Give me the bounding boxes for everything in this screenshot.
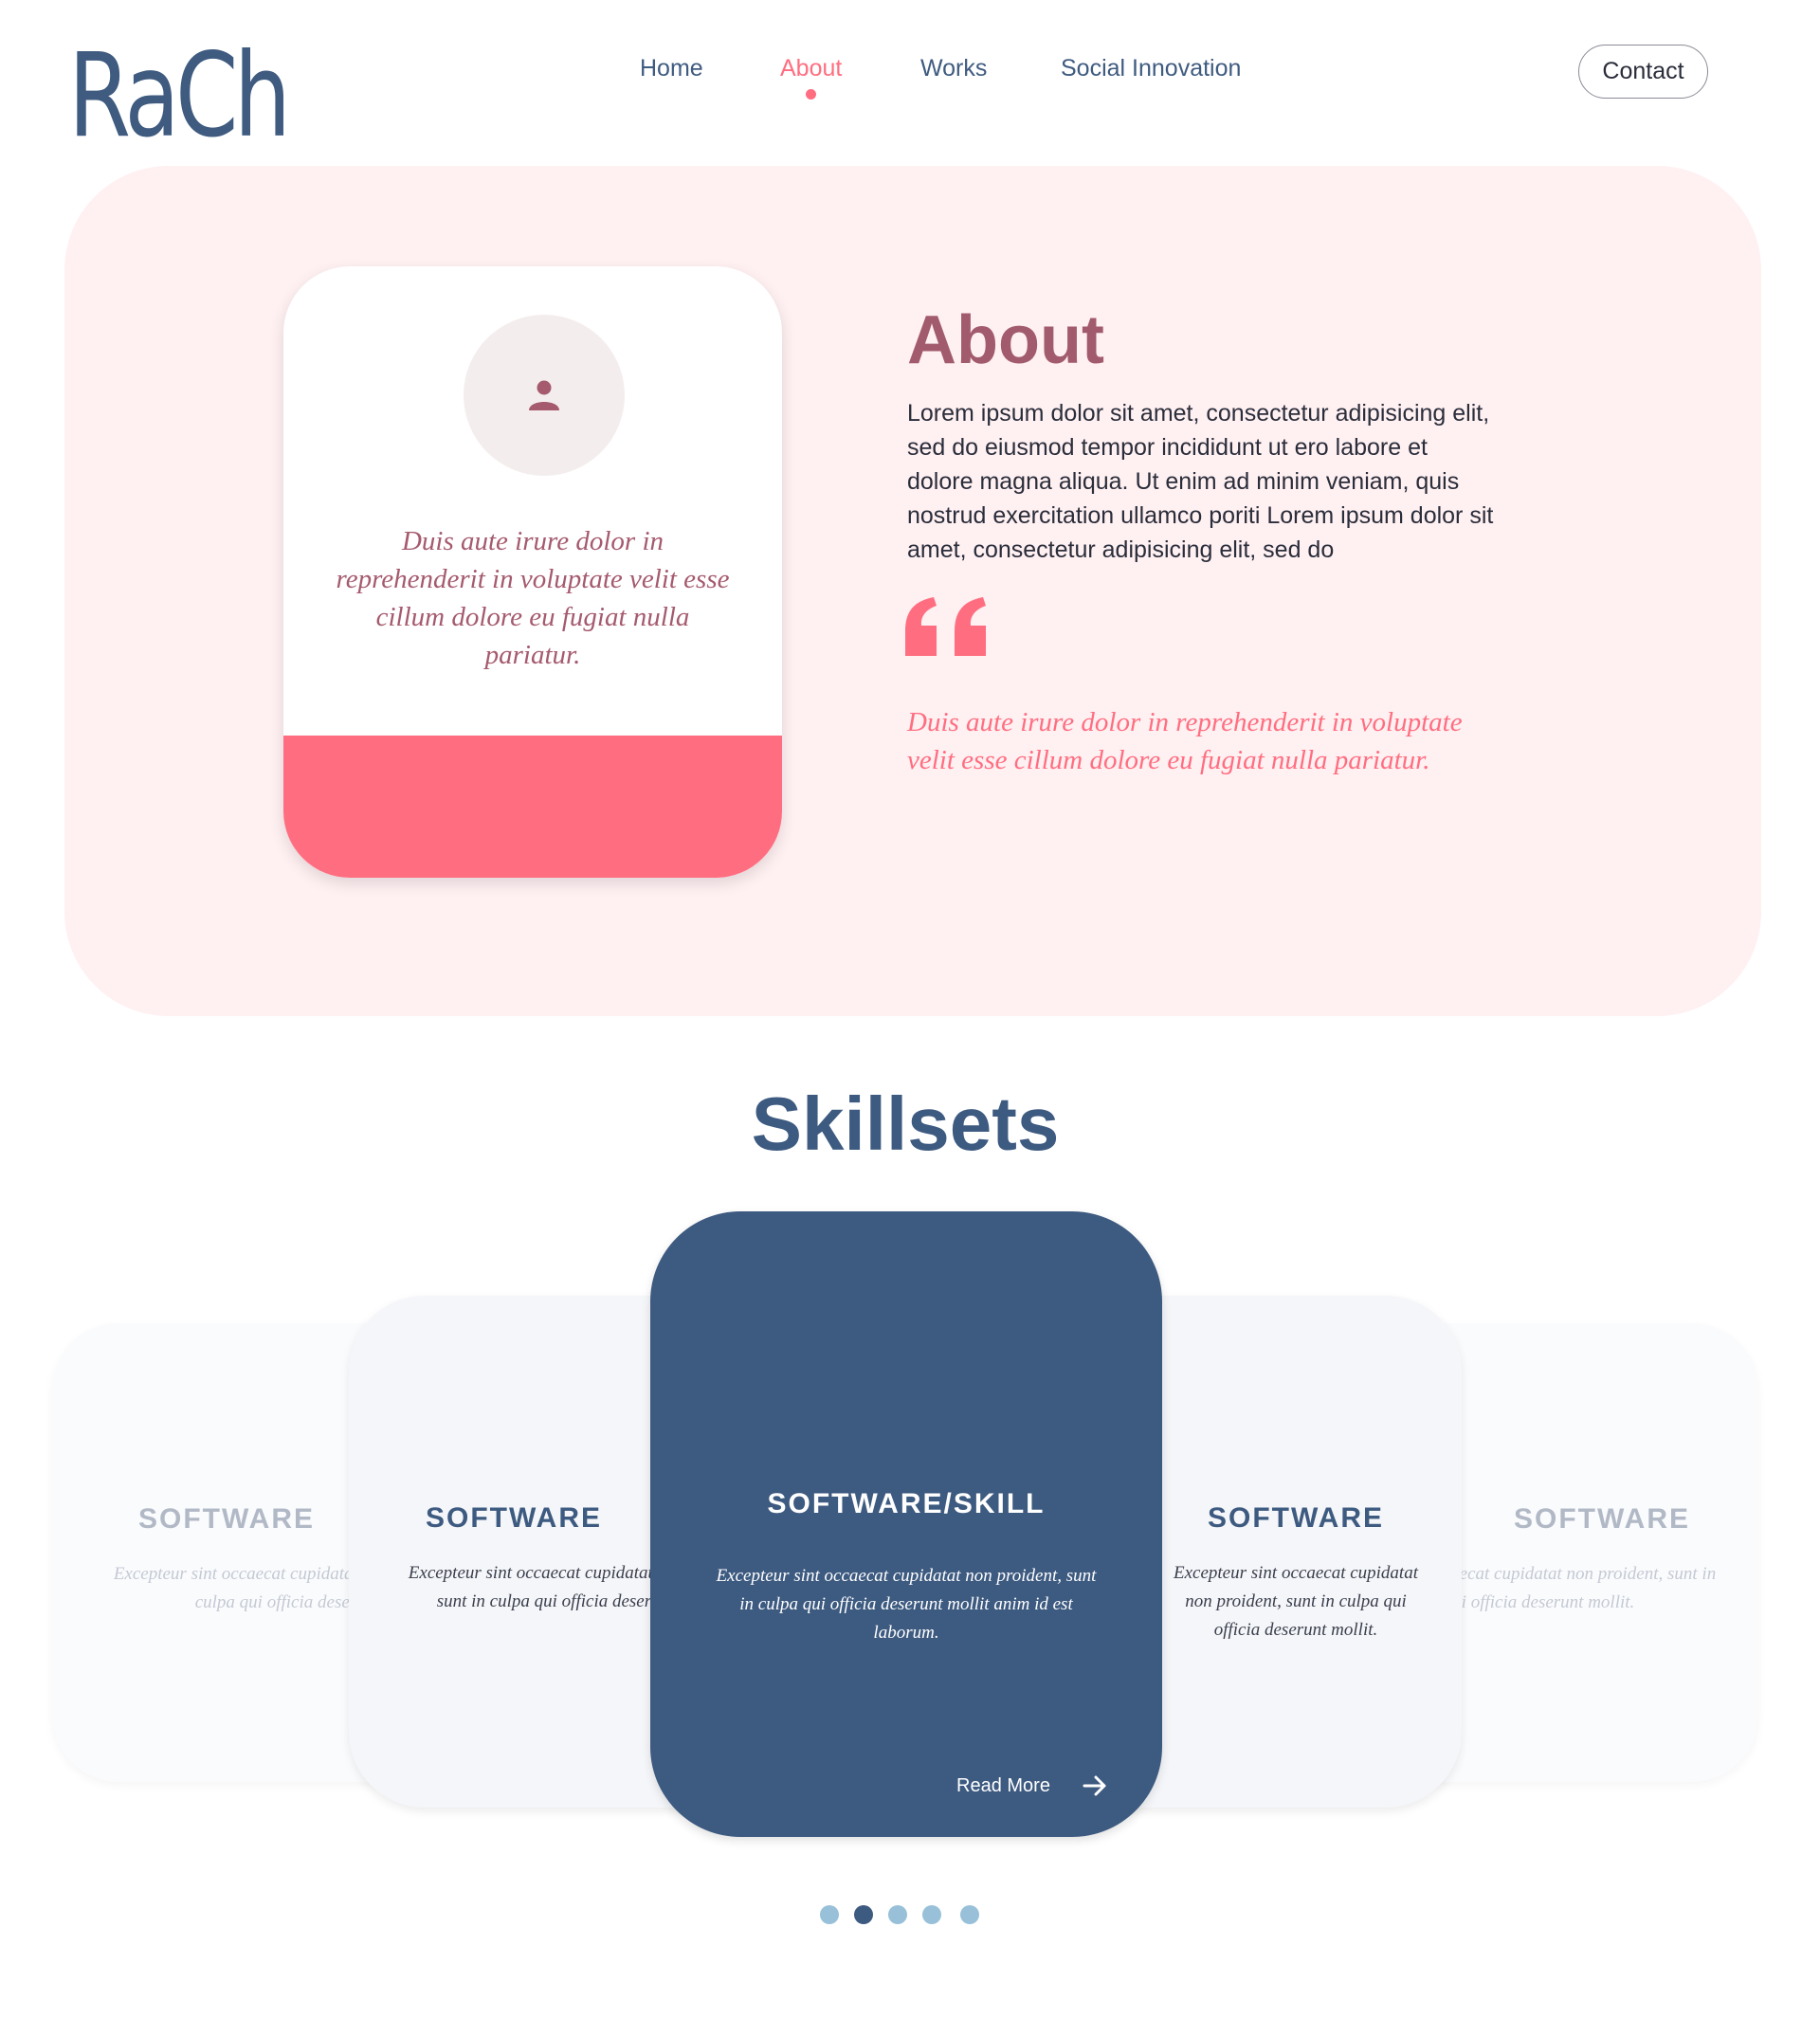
- about-body: Lorem ipsum dolor sit amet, consectetur …: [907, 400, 1494, 563]
- active-nav-indicator: [806, 89, 816, 100]
- nav-home[interactable]: Home: [640, 55, 703, 82]
- read-more-link[interactable]: Read More: [956, 1774, 1107, 1797]
- about-quote: Duis aute irure dolor in reprehenderit i…: [907, 707, 1463, 775]
- read-more-label: Read More: [956, 1774, 1050, 1796]
- arrow-right-icon: [1083, 1775, 1106, 1796]
- user-icon: [529, 380, 559, 410]
- profile-card-band: [283, 736, 782, 878]
- about-title: About: [907, 302, 1104, 378]
- carousel-dot[interactable]: [922, 1905, 941, 1924]
- carousel-dots: [0, 1905, 1820, 1924]
- quote-mark-icon: [905, 597, 986, 656]
- nav-works[interactable]: Works: [920, 55, 987, 82]
- carousel-dot[interactable]: [960, 1905, 979, 1924]
- skill-card-desc: Excepteur sint occaecat cupidatat non pr…: [716, 1566, 1097, 1643]
- nav-about[interactable]: About: [780, 55, 842, 82]
- carousel-dot[interactable]: [820, 1905, 839, 1924]
- carousel-dot-active[interactable]: [854, 1905, 873, 1924]
- logo[interactable]: RaCh: [68, 38, 291, 154]
- profile-card: Duis aute irure dolor in reprehenderit i…: [283, 266, 782, 878]
- avatar: [464, 315, 625, 476]
- skill-card-title: SOFTWARE/SKILL: [767, 1488, 1046, 1519]
- skill-card-desc: Excepteur sint occaecat cupidatat non pr…: [1174, 1563, 1418, 1640]
- skills-title: Skillsets: [751, 1082, 1060, 1166]
- contact-button[interactable]: Contact: [1578, 45, 1708, 99]
- nav-social-innovation[interactable]: Social Innovation: [1061, 55, 1241, 82]
- skill-card-active[interactable]: SOFTWARE/SKILL Excepteur sint occaecat c…: [650, 1211, 1162, 1837]
- carousel-dot[interactable]: [888, 1905, 907, 1924]
- profile-card-quote: Duis aute irure dolor in reprehenderit i…: [336, 526, 730, 670]
